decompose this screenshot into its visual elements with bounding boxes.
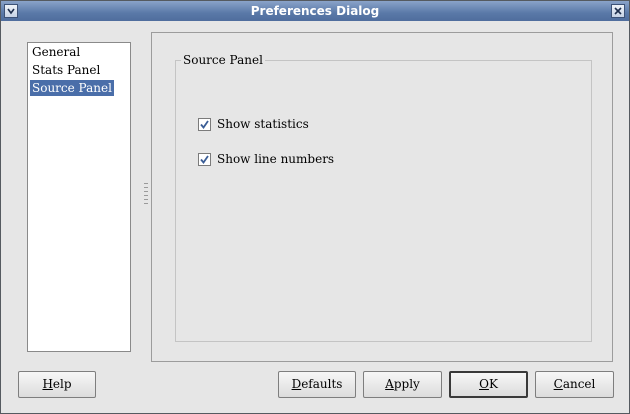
- cancel-button[interactable]: Cancel: [535, 371, 614, 398]
- show-line-numbers-checkbox[interactable]: [198, 153, 211, 166]
- show-statistics-checkbox[interactable]: [198, 118, 211, 131]
- splitter-handle[interactable]: [143, 181, 149, 211]
- show-line-numbers-label: Show line numbers: [217, 152, 335, 166]
- ok-button[interactable]: OK: [449, 371, 528, 398]
- defaults-button[interactable]: Defaults: [278, 371, 356, 398]
- source-panel-group: [175, 60, 592, 342]
- checkmark-icon: [200, 155, 209, 164]
- close-icon: [614, 7, 622, 15]
- list-item-general[interactable]: General: [30, 44, 82, 60]
- show-statistics-label: Show statistics: [217, 117, 309, 131]
- list-item-stats-panel[interactable]: Stats Panel: [30, 62, 102, 78]
- category-list[interactable]: General Stats Panel Source Panel: [27, 42, 131, 352]
- checkmark-icon: [200, 120, 209, 129]
- title-bar[interactable]: Preferences Dialog: [1, 1, 629, 21]
- apply-button[interactable]: Apply: [363, 371, 442, 398]
- close-button[interactable]: [611, 4, 625, 18]
- window-title: Preferences Dialog: [250, 4, 380, 18]
- list-item-source-panel[interactable]: Source Panel: [30, 80, 114, 96]
- preferences-dialog-window: Preferences Dialog General Stats Panel S…: [0, 0, 630, 414]
- group-title: Source Panel: [181, 53, 265, 67]
- help-button[interactable]: Help: [18, 371, 96, 398]
